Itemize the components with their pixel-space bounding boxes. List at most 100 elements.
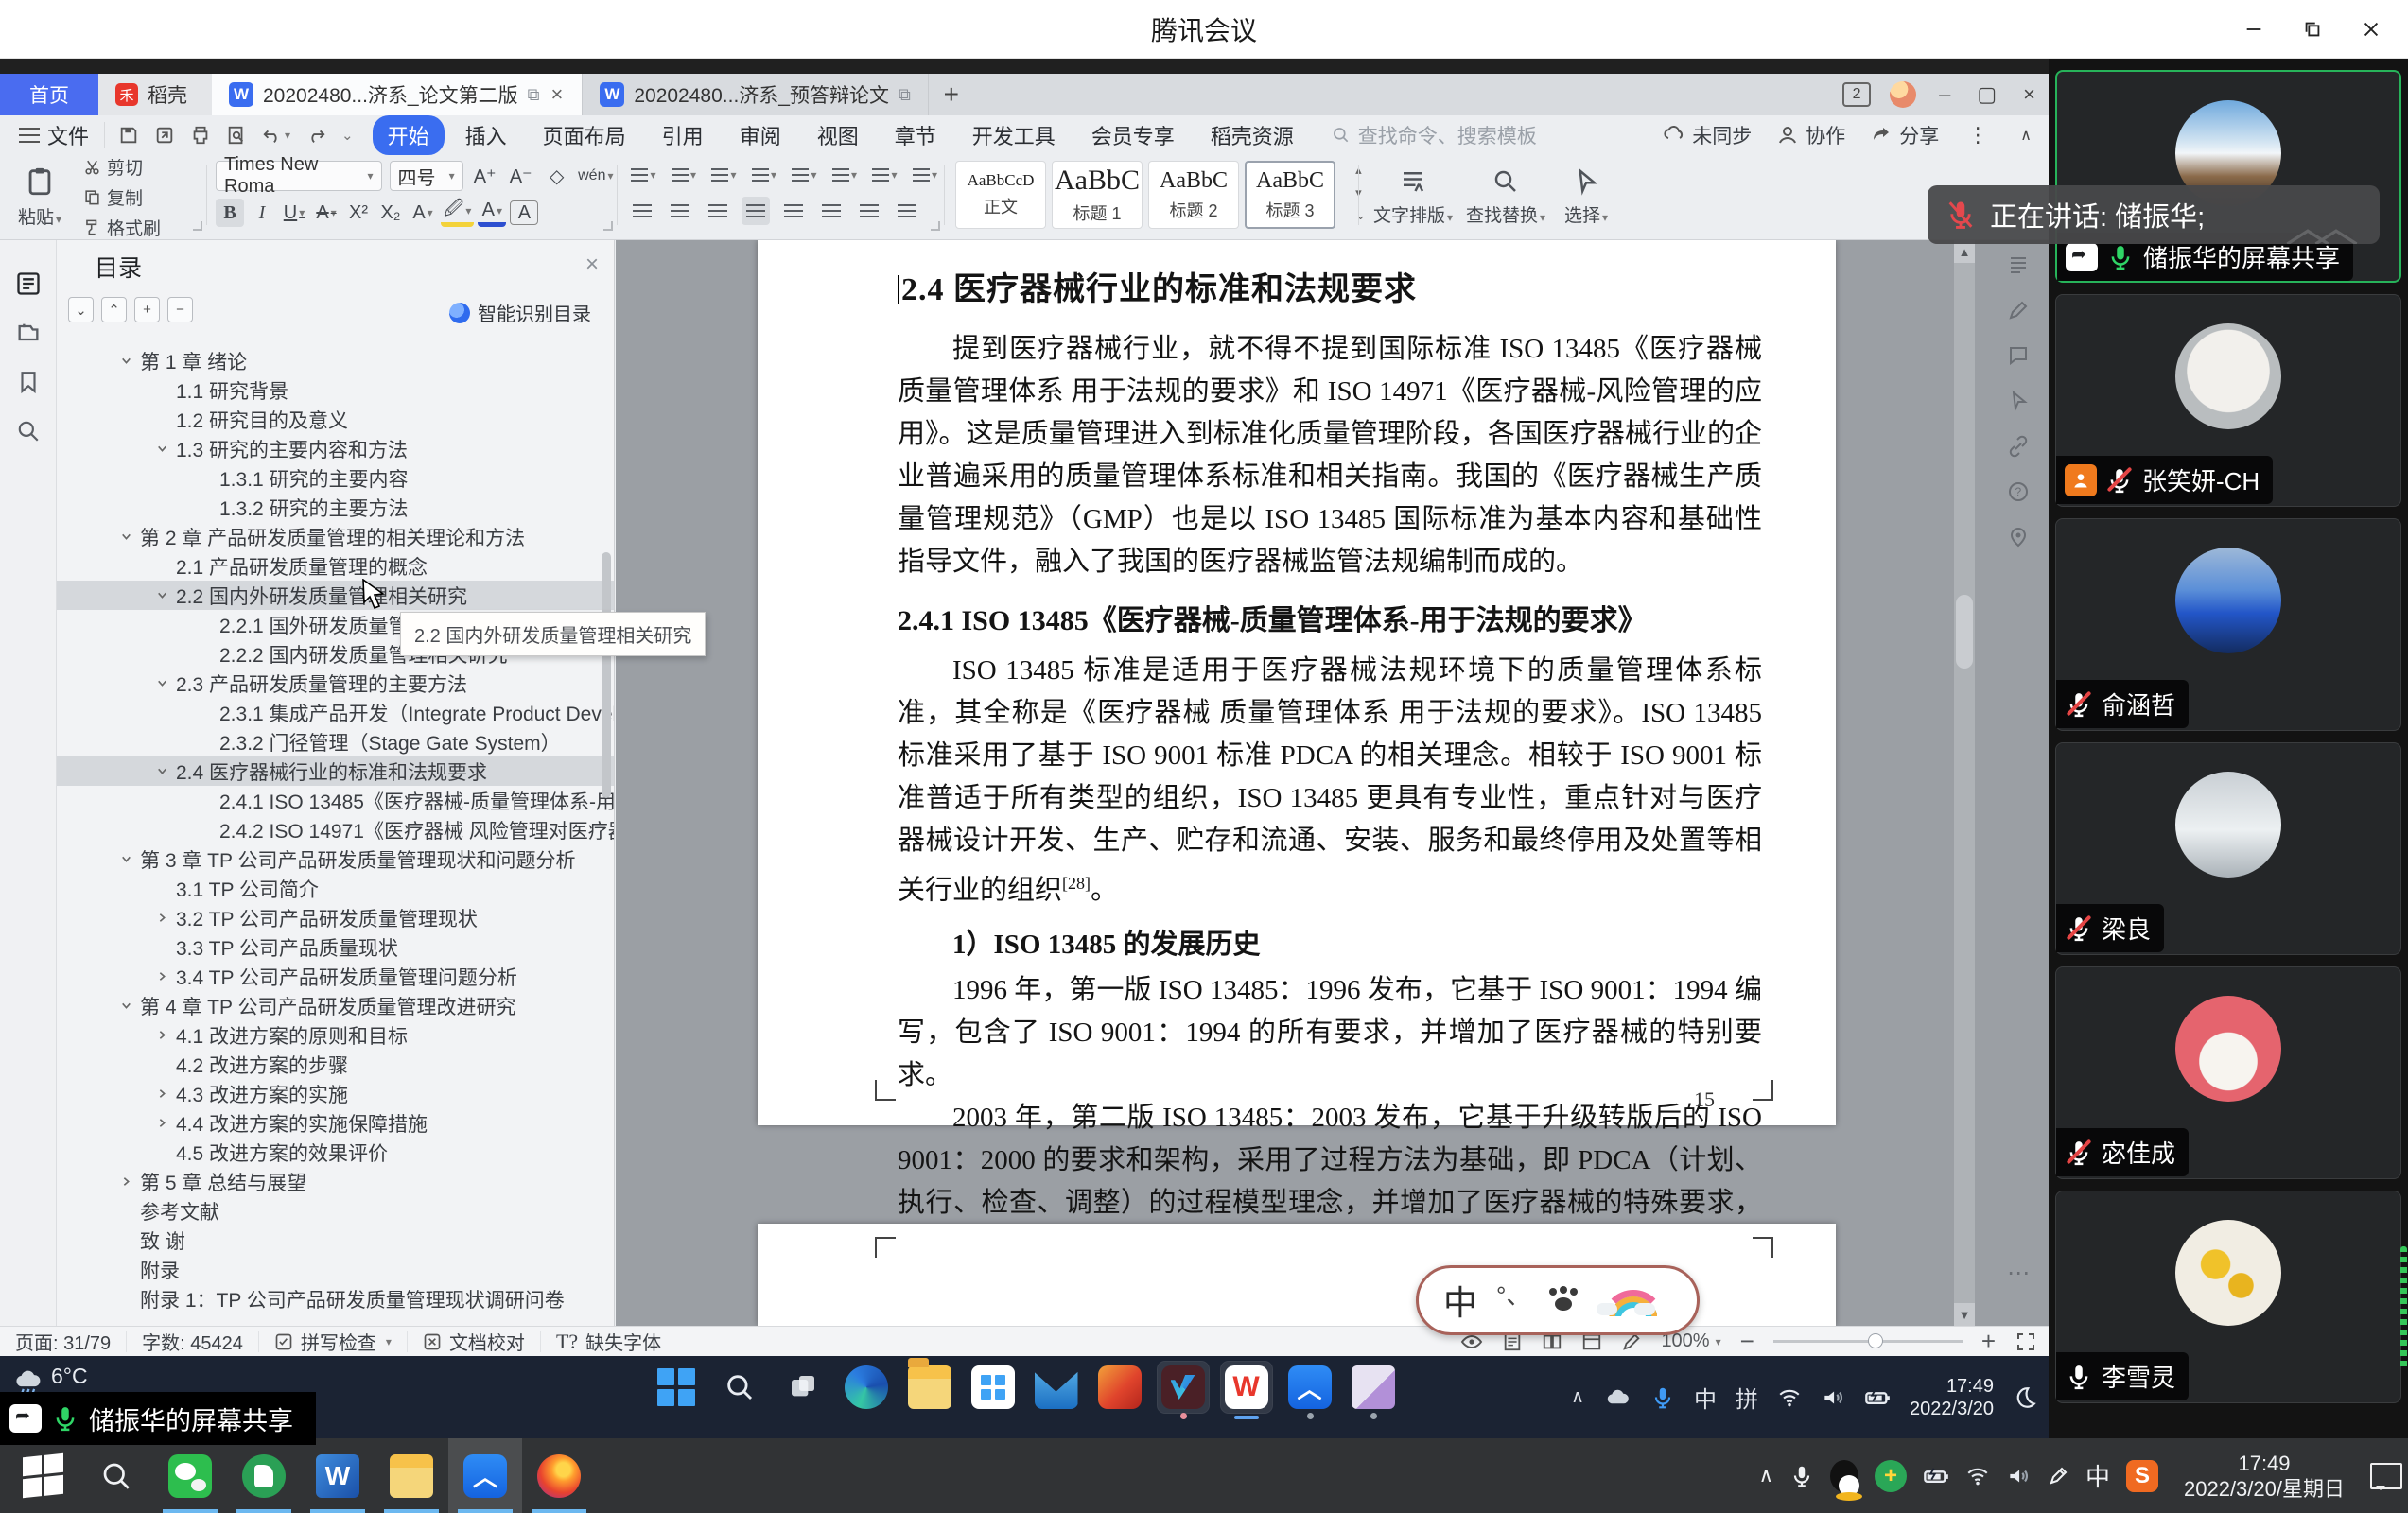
comment-tool-icon[interactable] [2007,344,2030,367]
ime-rainbow-icon[interactable] [1597,1284,1657,1316]
align-right-icon[interactable] [704,197,732,225]
qq-icon[interactable] [1830,1460,1858,1492]
host-taskbar-app-evernote[interactable] [227,1438,301,1513]
text-direction-icon[interactable]: ▾ [789,161,820,189]
toc-arrow-icon[interactable] [148,912,176,924]
taskbar-app-win11-start[interactable] [651,1362,702,1413]
toc-item[interactable]: 第 4 章 TP 公司产品研发质量管理改进研究 [57,991,614,1020]
style-card-标题 2[interactable]: AaBbC标题 2 [1148,161,1239,229]
host-taskbar-app-firefox[interactable] [522,1438,596,1513]
read-mode-icon[interactable] [2007,253,2030,276]
ime-mode-indicator[interactable]: 中 [1443,1276,1477,1325]
toc-zoom-out-button[interactable]: − [167,297,193,322]
toc-item[interactable]: 第 1 章 绪论 [57,346,614,375]
bookmark-icon[interactable] [13,367,44,397]
wps-restore-button[interactable]: ▢ [1973,82,2000,107]
toc-item[interactable]: 1.3.2 研究的主要方法 [57,493,614,522]
toc-panel-icon[interactable] [13,269,44,299]
document-tab-2[interactable]: W 20202480...济系_预答辩论文 ⧉ [583,74,928,115]
mic-in-use-icon[interactable] [1650,1385,1675,1410]
file-menu-button[interactable]: 文件 [0,122,105,148]
toc-item[interactable]: 4.4 改进方案的实施保障措施 [57,1108,614,1138]
toc-item[interactable]: 参考文献 [57,1196,614,1226]
toc-arrow-icon[interactable] [148,970,176,983]
toc-item[interactable]: 2.4 医疗器械行业的标准和法规要求 [57,756,614,786]
location-tool-icon[interactable] [2007,526,2030,548]
decrease-indent-icon[interactable]: ▾ [708,161,740,189]
ribbon-tab-开发工具[interactable]: 开发工具 [957,115,1071,155]
tray-chevron-icon[interactable]: ∧ [1571,1386,1584,1408]
ribbon-tab-视图[interactable]: 视图 [802,115,874,155]
host-taskbar-app-search[interactable] [79,1438,153,1513]
toc-item[interactable]: 附录 1：TP 公司产品研发质量管理现状调研问卷 [57,1284,614,1313]
toc-arrow-icon[interactable] [112,1000,140,1012]
zoom-in-icon[interactable]: + [1981,1327,1996,1356]
document-tab-1[interactable]: W 20202480...济系_论文第二版 ⧉ × [212,74,583,115]
more-menu-icon[interactable]: ⋮ [1963,123,1992,148]
clock[interactable]: 17:492022/3/20 [1910,1375,1994,1420]
increase-indent-icon[interactable]: ▾ [749,161,780,189]
screen-share-float-bar[interactable]: 储振华的屏幕共享 [0,1392,316,1445]
ime-shape-indicator[interactable]: 拼 [1736,1381,1758,1414]
phonetic-guide-icon[interactable]: wén▾ [579,162,613,190]
decrease-font-icon[interactable]: A⁻ [507,162,535,190]
numbered-list-icon[interactable]: ▾ [669,161,700,189]
tray-chevron-icon[interactable]: ∧ [1759,1464,1773,1487]
superscript-button[interactable]: X² [344,199,373,227]
document-page[interactable]: 2.4 医疗器械行业的标准和法规要求 提到医疗器械行业，就不得不提到国际标准 I… [758,240,1836,1125]
toc-arrow-icon[interactable] [148,1029,176,1041]
toc-arrow-icon[interactable] [112,355,140,367]
toc-item[interactable]: 2.3.1 集成产品开发（Integrate Product Developme… [57,698,614,727]
missing-font-button[interactable]: T? 缺失字体 [541,1331,676,1352]
host-taskbar-app-win10-start[interactable] [6,1438,79,1513]
toc-scrollbar[interactable] [602,552,611,798]
style-more-icon[interactable]: ⌄ [1355,208,1366,223]
toc-item[interactable]: 4.5 改进方案的效果评价 [57,1138,614,1167]
font-name-select[interactable]: Times New Roma▾ [216,161,382,191]
toc-item[interactable]: 致 谢 [57,1226,614,1255]
style-card-正文[interactable]: AaBbCcD正文 [955,161,1046,229]
document-scrollbar[interactable]: ▲ ▼ [1954,240,1975,1326]
toc-item[interactable]: 2.3.2 门径管理（Stage Gate System） [57,727,614,756]
toc-arrow-icon[interactable] [112,530,140,543]
host-taskbar-app-wechat[interactable] [153,1438,227,1513]
onedrive-icon[interactable] [1603,1383,1632,1412]
panel-scroll-indicator[interactable] [2400,1246,2407,1369]
host-clock[interactable]: 17:492022/3/20/星期日 [2174,1451,2354,1502]
wps-home-tab[interactable]: 首页 [0,74,98,115]
font-color-button[interactable]: A▾ [478,199,506,227]
character-border-icon[interactable]: A [510,200,538,225]
zoom-slider[interactable] [1773,1340,1963,1343]
toc-arrow-icon[interactable] [148,677,176,689]
participant-tile[interactable]: 李雪灵 [2055,1191,2401,1403]
borders-icon[interactable] [893,197,921,225]
ribbon-tab-会员专享[interactable]: 会员专享 [1076,115,1190,155]
toc-item[interactable]: 3.3 TP 公司产品质量现状 [57,932,614,962]
strikethrough-button[interactable]: A▾ [312,199,340,227]
restore-button[interactable] [2283,0,2342,59]
toc-arrow-icon[interactable] [112,853,140,865]
search-panel-icon[interactable] [13,416,44,446]
safe360-icon[interactable]: + [1875,1460,1907,1492]
battery-icon[interactable] [1923,1463,1949,1489]
taskbar-app-task-view[interactable] [777,1362,829,1413]
doc-proof-button[interactable]: 文档校对 [408,1331,541,1352]
toc-arrow-icon[interactable] [112,1175,140,1188]
toc-item[interactable]: 4.3 改进方案的实施 [57,1079,614,1108]
ribbon-tab-页面布局[interactable]: 页面布局 [528,115,641,155]
style-scroll-up-icon[interactable]: ▴ [1355,163,1366,178]
toc-item[interactable]: 3.4 TP 公司产品研发质量管理问题分析 [57,962,614,991]
toc-arrow-icon[interactable] [148,1117,176,1129]
align-justify-icon[interactable] [742,197,770,225]
subscript-button[interactable]: X₂ [376,199,405,227]
share-button[interactable]: 分享 [1870,121,1939,149]
participant-tile[interactable]: 张笑妍-CH [2055,294,2401,507]
toc-item[interactable]: 2.4.1 ISO 13485《医疗器械-质量管理体系-用于法规的要求》 [57,786,614,815]
show-marks-icon[interactable]: ▾ [869,161,900,189]
edit-tool-icon[interactable] [2007,299,2030,322]
italic-button[interactable]: I [248,199,276,227]
toc-item[interactable]: 3.1 TP 公司简介 [57,874,614,903]
wps-minimize-button[interactable]: – [1935,82,1954,107]
fullscreen-icon[interactable] [2015,1330,2037,1353]
ribbon-tab-开始[interactable]: 开始 [373,115,445,155]
